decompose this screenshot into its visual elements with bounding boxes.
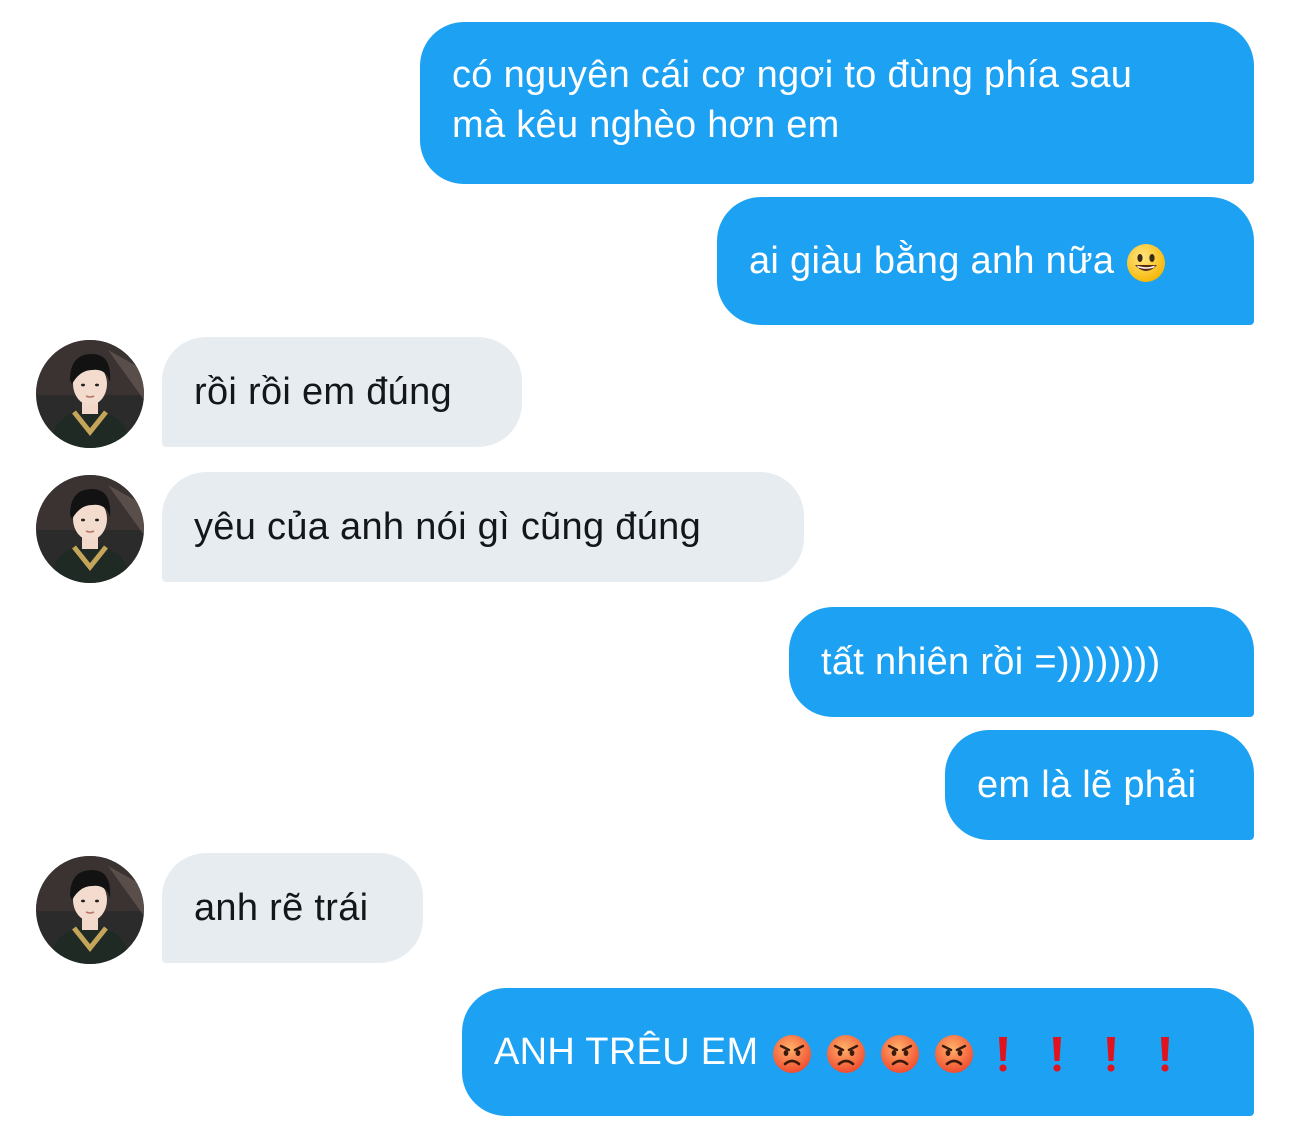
message-text: có nguyên cái cơ ngơi to đùng phía sau	[452, 54, 1133, 96]
pouting-face-icon	[934, 1034, 974, 1074]
received-message-bubble[interactable]: rồi rồi em đúng	[162, 337, 522, 447]
message-text: anh rẽ trái	[194, 887, 369, 929]
message-text: yêu của anh nói gì cũng đúng	[194, 506, 702, 548]
message-text: em là lẽ phải	[977, 764, 1197, 806]
sent-message-bubble[interactable]: tất nhiên rồi =))))))))	[789, 607, 1254, 717]
smiley-face-icon	[1126, 243, 1166, 283]
conversation-thread: có nguyên cái cơ ngơi to đùng phía sau m…	[0, 0, 1290, 1145]
sent-message-bubble[interactable]: ai giàu bằng anh nữa	[717, 197, 1254, 325]
avatar[interactable]	[36, 475, 144, 583]
message-text: rồi rồi em đúng	[194, 371, 452, 413]
message-text: ai giàu bằng anh nữa	[749, 240, 1115, 282]
avatar[interactable]	[36, 340, 144, 448]
exclamation-mark-icon	[1050, 1034, 1064, 1074]
pouting-face-icon	[826, 1034, 866, 1074]
sent-message-bubble[interactable]: em là lẽ phải	[945, 730, 1254, 840]
pouting-face-icon	[880, 1034, 920, 1074]
message-text: mà kêu nghèo hơn em	[452, 104, 840, 146]
sent-message-bubble[interactable]: có nguyên cái cơ ngơi to đùng phía sau m…	[420, 22, 1254, 184]
message-text: ANH TRÊU EM	[494, 1031, 759, 1073]
received-message-bubble[interactable]: anh rẽ trái	[162, 853, 423, 963]
exclamation-mark-icon	[996, 1034, 1010, 1074]
message-text: tất nhiên rồi =))))))))	[821, 641, 1161, 683]
pouting-face-icon	[772, 1034, 812, 1074]
received-message-bubble[interactable]: yêu của anh nói gì cũng đúng	[162, 472, 804, 582]
exclamation-mark-icon	[1158, 1034, 1172, 1074]
exclamation-mark-icon	[1104, 1034, 1118, 1074]
sent-message-bubble[interactable]: ANH TRÊU EM	[462, 988, 1254, 1116]
avatar[interactable]	[36, 856, 144, 964]
